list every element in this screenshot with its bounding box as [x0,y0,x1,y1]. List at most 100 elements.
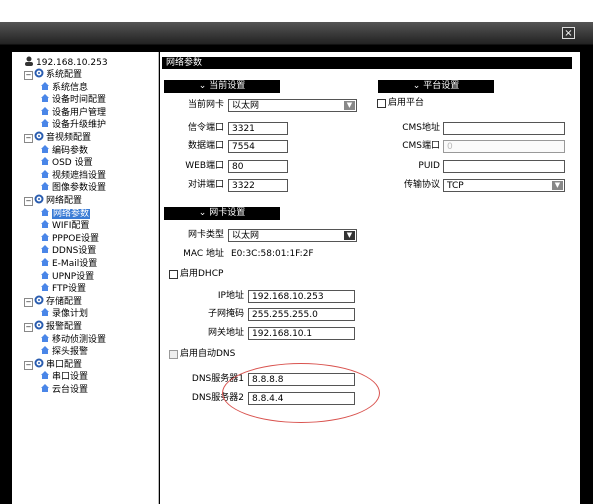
protocol-select[interactable]: TCP ▼ [443,179,565,192]
collapse-icon[interactable]: − [24,360,33,370]
chevron-down-icon: ⌄ [198,81,207,91]
dhcp-label: 启用DHCP [180,269,224,279]
chevron-down-icon[interactable]: ▼ [344,231,355,240]
tree-item[interactable]: WIFI配置 [40,219,89,231]
home-icon [40,307,50,317]
ip-input[interactable]: 192.168.10.253 [248,290,355,303]
tree-item-label: E-Mail设置 [52,259,98,269]
tree-item[interactable]: 探头报警 [40,345,88,357]
nic-type-select[interactable]: 以太网 ▼ [228,229,357,242]
tree-item[interactable]: 云台设置 [40,383,88,395]
tree-group[interactable]: − 音视频配置 [24,131,91,143]
talk-port-input[interactable]: 3322 [228,179,288,192]
auto-dns-label: 启用自动DNS [180,349,236,359]
tree-item-label: 移动侦测设置 [52,334,107,345]
tree-group[interactable]: − 网络配置 [24,194,82,206]
enable-platform-checkbox[interactable] [377,99,386,108]
chevron-down-icon[interactable]: ▼ [552,181,563,190]
home-icon [40,270,50,279]
collapse-icon[interactable]: − [24,197,33,206]
tree-item-label: 存储配置 [46,296,83,307]
home-icon [40,370,50,380]
tree-item-label: 设备时间配置 [52,95,107,106]
tree-item-label: PPPOE设置 [52,233,100,244]
home-icon [40,232,50,241]
tree-item[interactable]: 网络参数 [40,207,91,219]
cms-port-input[interactable]: 0 [443,140,565,153]
gear-icon [34,131,44,141]
web-port-input[interactable]: 80 [228,160,288,173]
user-icon [24,56,34,66]
tree-item[interactable]: 视频遮挡设置 [40,169,106,181]
tree-item[interactable]: 录像计划 [40,307,88,319]
tree-group[interactable]: − 报警配置 [24,320,82,332]
gateway-input[interactable]: 192.168.10.1 [248,327,355,340]
cmd-port-label: 信令端口 [187,123,224,133]
tree-item-label: 探头报警 [52,347,89,358]
tree-item-label: 网络参数 [52,208,91,219]
annotation-ellipse [222,363,380,423]
home-icon [40,383,50,392]
tree-item-label: WIFI配置 [52,221,90,232]
window-title: 192.168.10.253 [6,5,78,15]
chevron-down-icon: ⌄ [412,81,421,91]
tree-group[interactable]: − 串口配置 [24,358,82,370]
tree-item[interactable]: E-Mail设置 [40,257,97,269]
tree-item[interactable]: UPNP设置 [40,270,94,282]
current-nic-select[interactable]: 以太网 ▼ [228,99,357,112]
tree-item[interactable]: 系统信息 [40,81,88,93]
nic-settings-title: 网卡设置 [209,208,246,218]
close-button[interactable]: × [562,27,575,39]
data-port-label: 数据端口 [187,141,224,151]
gear-icon [34,320,44,330]
tree-item[interactable]: 串口设置 [40,370,88,382]
tree-root-label: 192.168.10.253 [36,58,108,68]
collapse-icon[interactable]: − [24,323,33,332]
tree-item-label: OSD 设置 [52,158,93,169]
talk-port-label: 对讲端口 [187,180,224,190]
protocol-value: TCP [447,181,464,191]
cms-addr-input[interactable] [443,122,565,135]
dhcp-checkbox[interactable] [169,270,178,279]
tree-item-label: 视频遮挡设置 [52,170,107,181]
gear-icon [34,68,44,78]
tree-item[interactable]: 设备用户管理 [40,106,106,118]
collapse-icon[interactable]: − [24,297,33,307]
collapse-icon[interactable]: − [24,71,33,80]
tree-item[interactable]: 设备时间配置 [40,93,106,105]
tree-item[interactable]: 编码参数 [40,144,88,156]
auto-dns-checkbox[interactable] [169,350,178,359]
puid-label: PUID [418,161,440,171]
mask-input[interactable]: 255.255.255.0 [248,308,355,321]
gear-icon [34,194,44,204]
data-port-input[interactable]: 7554 [228,140,288,153]
nic-type-label: 网卡类型 [187,230,224,240]
protocol-label: 传输协议 [403,180,440,190]
collapse-icon[interactable]: − [24,134,33,143]
tree-item[interactable]: DDNS设置 [40,244,96,256]
tree-item[interactable]: 移动侦测设置 [40,333,106,345]
cmd-port-input[interactable]: 3321 [228,122,288,135]
mac-value: E0:3C:58:01:1F:2F [231,249,314,259]
tree-item[interactable]: 图像参数设置 [40,181,106,193]
tree-item-label: 串口设置 [52,372,89,383]
tree-group[interactable]: − 存储配置 [24,295,82,307]
home-icon [40,333,50,342]
platform-settings-title: 平台设置 [423,81,460,91]
current-nic-value: 以太网 [232,101,260,111]
home-icon [40,207,50,216]
platform-settings-header: ⌄ 平台设置 [378,80,494,93]
config-tree: 192.168.10.253 − 系统配置 系统信息设备时间配置 设备用户管理 设备升级… [12,52,159,504]
cms-port-label: CMS端口 [402,141,440,151]
tree-item[interactable]: 设备升级维护 [40,118,106,130]
tree-item[interactable]: PPPOE设置 [40,232,99,244]
nic-settings-header: ⌄ 网卡设置 [164,207,280,220]
tree-item[interactable]: FTP设置 [40,282,86,294]
nic-type-value: 以太网 [232,231,260,241]
tree-group[interactable]: − 系统配置 [24,68,82,80]
chevron-down-icon[interactable]: ▼ [344,101,355,110]
puid-input[interactable] [443,160,565,173]
tree-root[interactable]: 192.168.10.253 [24,56,108,68]
gear-icon [34,295,44,305]
tree-item[interactable]: OSD 设置 [40,156,93,168]
